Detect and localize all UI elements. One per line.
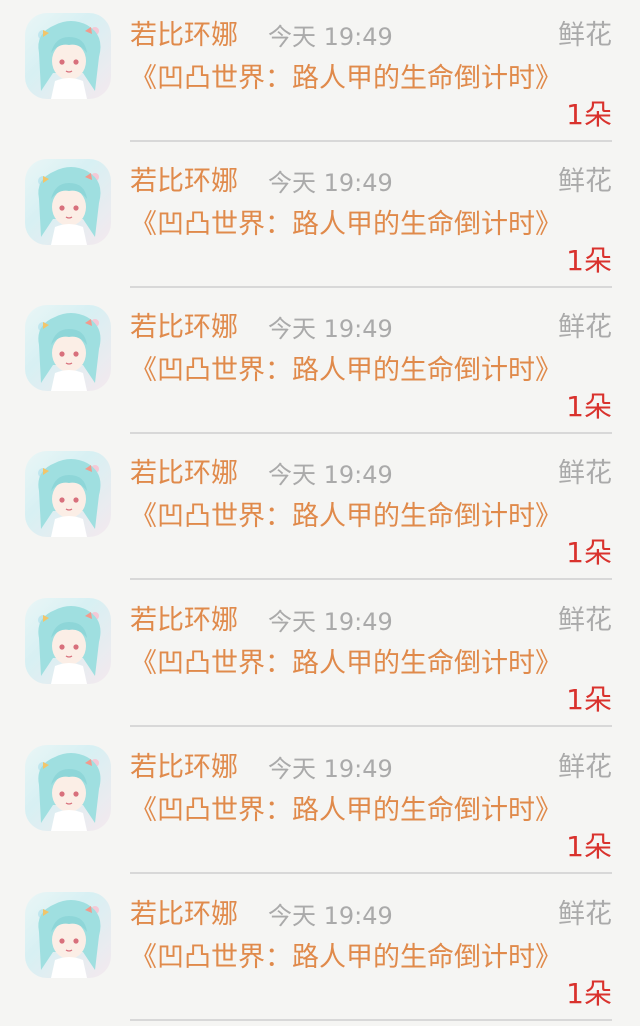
divider — [130, 140, 612, 142]
book-title-link[interactable]: 《凹凸世界：路人甲的生命倒计时》 — [130, 60, 562, 98]
timestamp: 今天 19:49 — [268, 169, 393, 197]
anime-girl-avatar-icon — [38, 313, 101, 391]
gift-type-label: 鲜花 — [558, 458, 612, 489]
gift-count: 1朵 — [566, 830, 612, 863]
divider — [130, 1019, 612, 1021]
gift-type-label: 鲜花 — [558, 752, 612, 783]
sender-name[interactable]: 若比环娜 — [130, 310, 238, 346]
gift-count: 1朵 — [566, 977, 612, 1010]
book-title-link[interactable]: 《凹凸世界：路人甲的生命倒计时》 — [130, 352, 562, 390]
gift-type-label: 鲜花 — [558, 899, 612, 930]
avatar[interactable] — [25, 451, 111, 537]
timestamp: 今天 19:49 — [268, 461, 393, 489]
avatar[interactable] — [25, 892, 111, 978]
anime-girl-avatar-icon — [38, 21, 101, 99]
timestamp: 今天 19:49 — [268, 23, 393, 51]
book-title-link[interactable]: 《凹凸世界：路人甲的生命倒计时》 — [130, 645, 562, 683]
anime-girl-avatar-icon — [38, 753, 101, 831]
timestamp: 今天 19:49 — [268, 902, 393, 930]
book-title-link[interactable]: 《凹凸世界：路人甲的生命倒计时》 — [130, 792, 562, 830]
list-item[interactable]: 若比环娜 今天 19:49 鲜花 《凹凸世界：路人甲的生命倒计时》 1朵 — [0, 438, 640, 584]
gift-type-label: 鲜花 — [558, 605, 612, 636]
gift-type-label: 鲜花 — [558, 166, 612, 197]
sender-name[interactable]: 若比环娜 — [130, 456, 238, 492]
gift-count: 1朵 — [566, 98, 612, 131]
gift-type-label: 鲜花 — [558, 20, 612, 51]
divider — [130, 872, 612, 874]
gift-count: 1朵 — [566, 244, 612, 277]
anime-girl-avatar-icon — [38, 167, 101, 245]
sender-name[interactable]: 若比环娜 — [130, 750, 238, 786]
list-item[interactable]: 若比环娜 今天 19:49 鲜花 《凹凸世界：路人甲的生命倒计时》 1朵 — [0, 292, 640, 438]
avatar[interactable] — [25, 159, 111, 245]
sender-name[interactable]: 若比环娜 — [130, 164, 238, 200]
avatar[interactable] — [25, 745, 111, 831]
book-title-link[interactable]: 《凹凸世界：路人甲的生命倒计时》 — [130, 206, 562, 244]
anime-girl-avatar-icon — [38, 900, 101, 978]
anime-girl-avatar-icon — [38, 606, 101, 684]
sender-name[interactable]: 若比环娜 — [130, 18, 238, 54]
gift-count: 1朵 — [566, 390, 612, 423]
timestamp: 今天 19:49 — [268, 608, 393, 636]
list-item[interactable]: 若比环娜 今天 19:49 鲜花 《凹凸世界：路人甲的生命倒计时》 1朵 — [0, 146, 640, 292]
avatar[interactable] — [25, 305, 111, 391]
anime-girl-avatar-icon — [38, 459, 101, 537]
timestamp: 今天 19:49 — [268, 755, 393, 783]
avatar[interactable] — [25, 598, 111, 684]
list-item[interactable]: 若比环娜 今天 19:49 鲜花 《凹凸世界：路人甲的生命倒计时》 1朵 — [0, 879, 640, 1025]
list-item[interactable]: 若比环娜 今天 19:49 鲜花 《凹凸世界：路人甲的生命倒计时》 1朵 — [0, 585, 640, 731]
gift-count: 1朵 — [566, 536, 612, 569]
gift-count: 1朵 — [566, 683, 612, 716]
timestamp: 今天 19:49 — [268, 315, 393, 343]
list-item[interactable]: 若比环娜 今天 19:49 鲜花 《凹凸世界：路人甲的生命倒计时》 1朵 — [0, 732, 640, 878]
gift-type-label: 鲜花 — [558, 312, 612, 343]
book-title-link[interactable]: 《凹凸世界：路人甲的生命倒计时》 — [130, 498, 562, 536]
sender-name[interactable]: 若比环娜 — [130, 897, 238, 933]
sender-name[interactable]: 若比环娜 — [130, 603, 238, 639]
list-item[interactable]: 若比环娜 今天 19:49 鲜花 《凹凸世界：路人甲的生命倒计时》 1朵 — [0, 0, 640, 146]
divider — [130, 578, 612, 580]
avatar[interactable] — [25, 13, 111, 99]
divider — [130, 286, 612, 288]
divider — [130, 432, 612, 434]
divider — [130, 725, 612, 727]
book-title-link[interactable]: 《凹凸世界：路人甲的生命倒计时》 — [130, 939, 562, 977]
